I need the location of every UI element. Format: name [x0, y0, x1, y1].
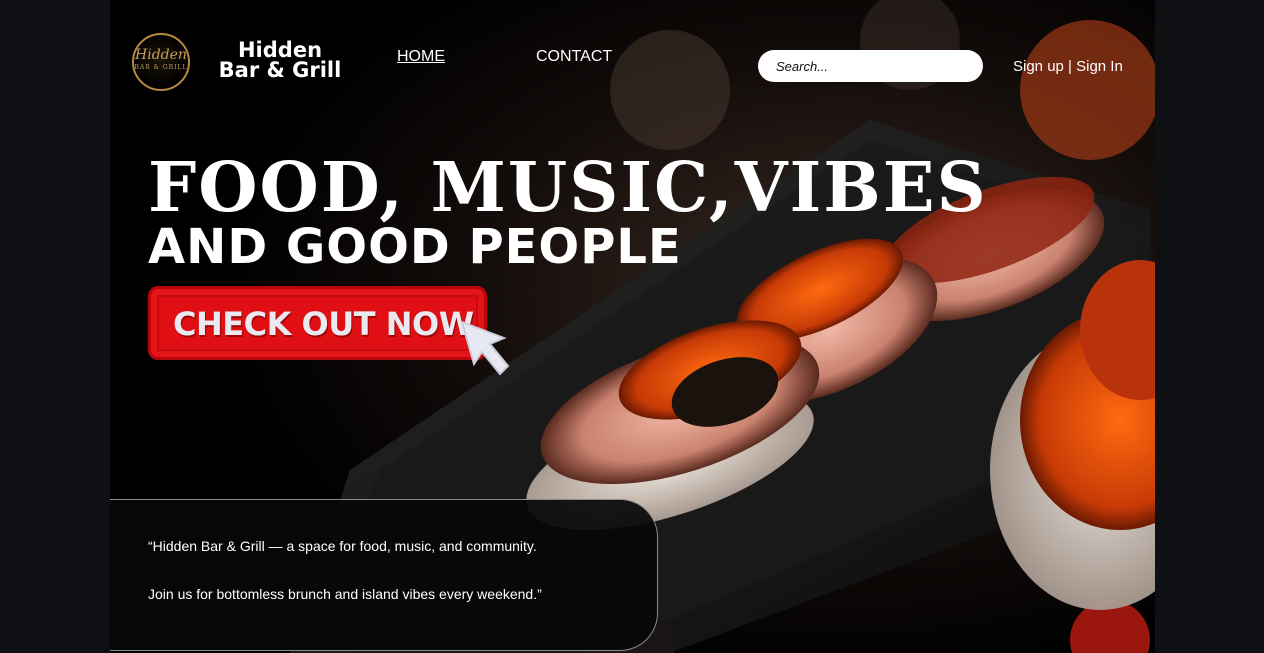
logo-sub-text: BAR & GRILL — [134, 64, 188, 71]
page: Hidden BAR & GRILL Hidden Bar & Grill HO… — [110, 0, 1155, 653]
auth-separator: | — [1063, 58, 1077, 75]
cta-label: CHECK OUT NOW — [173, 305, 474, 343]
quote-card: “Hidden Bar & Grill — a space for food, … — [110, 499, 658, 651]
hero-subheadline: AND GOOD PEOPLE — [148, 219, 682, 275]
hero-headline: FOOD, MUSIC,VIBES — [148, 148, 988, 228]
cursor-pointer-icon — [460, 318, 520, 383]
auth-links: Sign up | Sign In — [1013, 58, 1123, 75]
brand-name-line-1: Hidden — [237, 38, 323, 62]
brand-name-line-2: Bar & Grill — [218, 58, 342, 82]
sign-up-link[interactable]: Sign up — [1013, 58, 1064, 75]
logo[interactable]: Hidden BAR & GRILL — [132, 33, 190, 91]
brand-name: Hidden Bar & Grill — [215, 38, 345, 82]
quote-line-1: “Hidden Bar & Grill — a space for food, … — [148, 538, 537, 554]
logo-script-text: Hidden — [135, 47, 187, 63]
search-input[interactable] — [758, 50, 983, 82]
quote-line-2: Join us for bottomless brunch and island… — [148, 586, 542, 602]
check-out-now-button[interactable]: CHECK OUT NOW — [148, 286, 487, 360]
nav-home-link[interactable]: HOME — [397, 48, 445, 66]
nav-contact-link[interactable]: CONTACT — [536, 48, 612, 66]
sign-in-link[interactable]: Sign In — [1076, 58, 1123, 75]
